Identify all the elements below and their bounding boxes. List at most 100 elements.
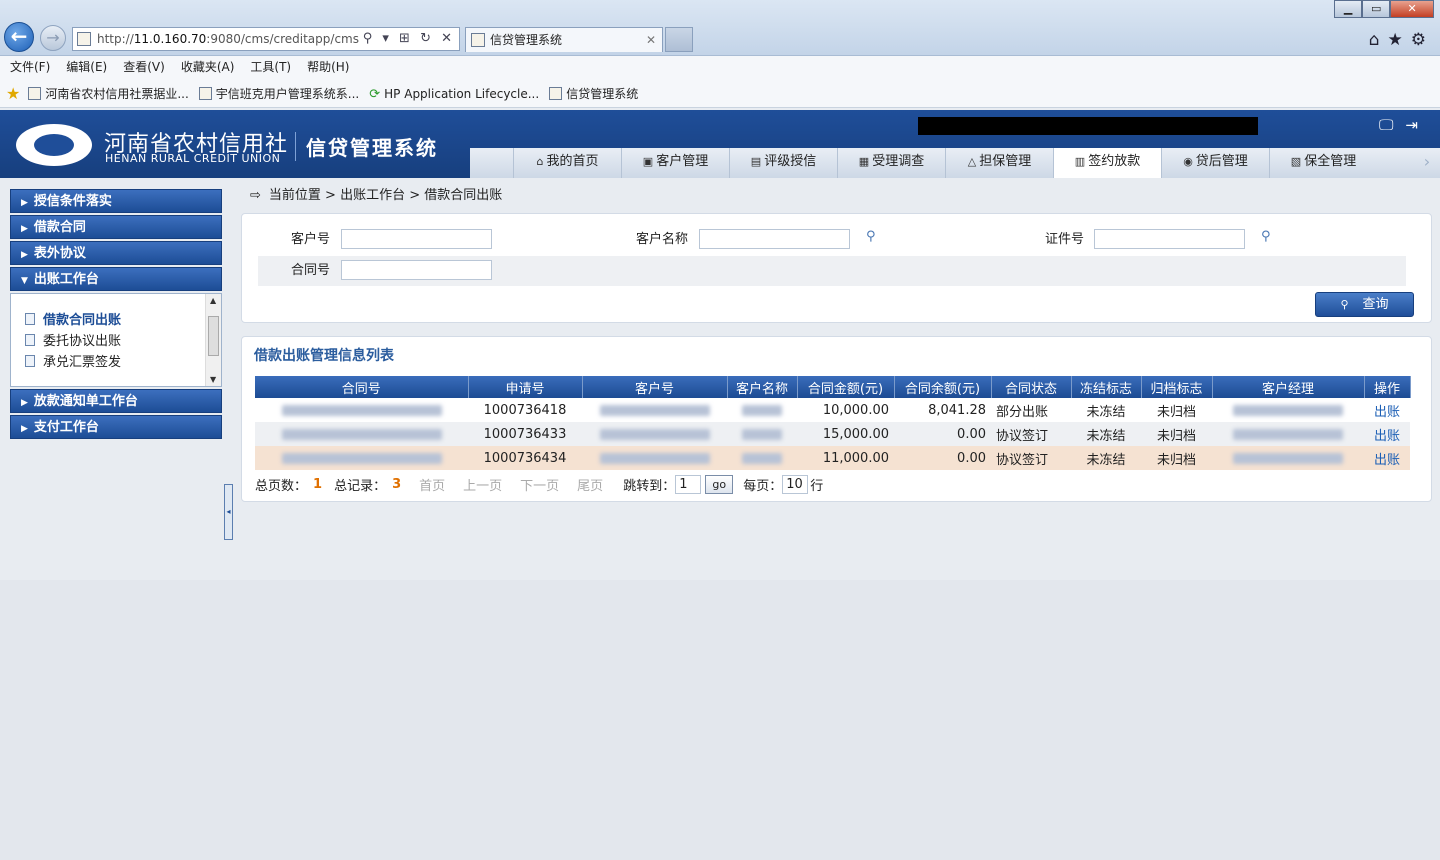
list-title: 借款出账管理信息列表 <box>254 348 394 364</box>
address-tools[interactable]: ⚲ ▾ ⊞ ↻ ✕ <box>358 28 455 50</box>
nav-tab-icon: ▤ <box>750 155 762 168</box>
close-window-button[interactable]: ✕ <box>1390 0 1434 18</box>
home-favorites-tools-icons[interactable]: ⌂★⚙ <box>1369 30 1434 50</box>
sidebar-group-label: 出账工作台 <box>33 272 99 287</box>
manager-cell <box>1212 446 1364 470</box>
nav-tab-icon: △ <box>967 155 977 168</box>
expanded-arrow-icon: ▼ <box>21 276 28 286</box>
table-row[interactable]: 1000736433 15,000.00 0.00 协议签订 未冻结 未归档 出账 <box>255 422 1410 446</box>
sidebar-item-entrust-disbursement[interactable]: 委托协议出账 <box>25 331 221 352</box>
customer-no-label: 客户号 <box>290 232 330 247</box>
go-button[interactable]: go <box>705 475 734 494</box>
contract-no-cell <box>255 398 468 422</box>
sidebar-group-loan-contract[interactable]: ▶ 借款合同 <box>10 215 222 239</box>
header-icons[interactable]: 🖵⇥ <box>1379 116 1430 134</box>
disburse-link[interactable]: 出账 <box>1364 422 1410 446</box>
page-icon <box>549 87 563 100</box>
freeze-cell: 未冻结 <box>1071 398 1141 422</box>
menu-file[interactable]: 文件(F) <box>10 56 50 80</box>
disburse-link[interactable]: 出账 <box>1364 398 1410 422</box>
id-no-lookup-icon[interactable]: ⚲ <box>1261 229 1271 244</box>
column-header: 冻结标志 <box>1071 376 1142 398</box>
favorite-label: HP Application Lifecycle... <box>384 86 540 101</box>
sidebar-scrollbar[interactable]: ▲ ▼ <box>205 294 221 386</box>
manager-cell <box>1212 422 1364 446</box>
favorite-link[interactable]: 河南省农村信用社票据业... <box>28 85 189 102</box>
tab-nav-2[interactable]: ▤ 评级授信 <box>729 148 837 178</box>
document-icon <box>25 334 35 346</box>
tab-nav-5[interactable]: ▥ 签约放款 <box>1053 148 1161 178</box>
redacted-value <box>599 428 710 440</box>
tab-nav-3[interactable]: ▦ 受理调查 <box>837 148 945 178</box>
redacted-value <box>742 452 782 464</box>
redacted-user-info <box>918 117 1258 135</box>
sidebar-collapse-icon[interactable]: ◂ <box>224 484 233 540</box>
sidebar-group-disbursement-desk[interactable]: ▼ 出账工作台 <box>10 267 222 291</box>
sidebar-group-loan-notice[interactable]: ▶ 放款通知单工作台 <box>10 389 222 413</box>
browser-tab[interactable]: 信贷管理系统 ✕ <box>465 27 663 52</box>
contract-no-cell <box>255 446 468 470</box>
sidebar-item-acceptance-bill[interactable]: 承兑汇票签发 <box>25 352 221 373</box>
customer-no-input[interactable] <box>341 229 492 249</box>
customer-name-lookup-icon[interactable]: ⚲ <box>866 229 876 244</box>
menu-edit[interactable]: 编辑(E) <box>66 56 107 80</box>
nav-tab-label: 客户管理 <box>656 154 709 169</box>
sidebar-group-payment[interactable]: ▶ 支付工作台 <box>10 415 222 439</box>
customer-no-cell <box>582 446 727 470</box>
sidebar-group-label: 支付工作台 <box>33 420 99 435</box>
favorites-star-icon[interactable]: ★ <box>6 84 20 103</box>
scroll-down-icon[interactable]: ▼ <box>210 375 216 384</box>
customer-name-cell <box>727 446 797 470</box>
forward-button[interactable]: → <box>40 25 66 51</box>
tab-nav-0[interactable]: ⌂ 我的首页 <box>513 148 621 178</box>
table-row[interactable]: 1000736434 11,000.00 0.00 协议签订 未冻结 未归档 出账 <box>255 446 1410 470</box>
prev-page-link[interactable]: 上一页 <box>463 475 502 494</box>
maximize-button[interactable]: ▭ <box>1362 0 1391 18</box>
new-tab-button[interactable] <box>665 27 693 52</box>
contract-no-input[interactable] <box>341 260 492 280</box>
tab-nav-7[interactable]: ▧ 保全管理 <box>1269 148 1377 178</box>
menu-tools[interactable]: 工具(T) <box>250 56 291 80</box>
query-button[interactable]: ⚲ 查询 <box>1315 292 1414 317</box>
disbursement-table: 合同号 申请号 客户号 客户名称 合同金额(元) 合同余额(元) 合同状态 冻结标志 归档标志客… <box>255 376 1411 470</box>
next-page-link[interactable]: 下一页 <box>520 475 559 494</box>
tab-nav-1[interactable]: ▣ 客户管理 <box>621 148 729 178</box>
total-records: 3 <box>392 477 402 492</box>
menu-favorites[interactable]: 收藏夹(A) <box>181 56 235 80</box>
last-page-link[interactable]: 尾页 <box>577 475 603 494</box>
sidebar-group-label: 表外协议 <box>33 246 86 261</box>
disburse-link[interactable]: 出账 <box>1364 446 1410 470</box>
total-pages-label: 总页数： <box>255 479 308 494</box>
freeze-cell: 未冻结 <box>1071 446 1141 470</box>
sidebar-group-offbalance[interactable]: ▶ 表外协议 <box>10 241 222 265</box>
tab-nav-6[interactable]: ◉ 贷后管理 <box>1161 148 1269 178</box>
sidebar-item-label: 借款合同出账 <box>43 313 122 328</box>
search-panel: 客户号 客户名称 ⚲ 证件号 ⚲ 合同号 ⚲ 查询 <box>241 213 1432 323</box>
id-no-input[interactable] <box>1094 229 1245 249</box>
menu-help[interactable]: 帮助(H) <box>307 56 349 80</box>
back-button[interactable]: ← <box>4 22 34 52</box>
logo-en: HENAN RURAL CREDIT UNION <box>105 152 281 165</box>
jump-page-input[interactable]: 1 <box>675 475 702 494</box>
nav-scroll-right-icon[interactable]: › <box>1414 148 1440 178</box>
sidebar: ▶ 授信条件落实 ▶ 借款合同 ▶ 表外协议 ▼ 出账工作台 借款合同出账 委托协议出账… <box>10 189 222 441</box>
minimize-button[interactable]: ▁ <box>1334 0 1363 18</box>
status-cell: 部分出账 <box>991 398 1071 422</box>
column-header: 归档标志 <box>1141 376 1213 398</box>
menu-view[interactable]: 查看(V) <box>123 56 165 80</box>
per-page-input[interactable]: 10 <box>782 475 809 494</box>
sidebar-group-credit-conditions[interactable]: ▶ 授信条件落实 <box>10 189 222 213</box>
first-page-link[interactable]: 首页 <box>419 475 445 494</box>
favorite-link[interactable]: 宇信班克用户管理系统系... <box>198 85 359 102</box>
customer-name-input[interactable] <box>699 229 850 249</box>
nav-tab-label: 贷后管理 <box>1195 154 1248 169</box>
scroll-thumb[interactable] <box>208 316 219 356</box>
favorite-link[interactable]: ⟳ HP Application Lifecycle... <box>369 86 540 103</box>
address-bar[interactable]: http://11.0.160.70:9080/cms/creditapp/cm… <box>72 27 460 51</box>
tab-nav-4[interactable]: △ 担保管理 <box>945 148 1053 178</box>
table-row[interactable]: 1000736418 10,000.00 8,041.28 部分出账 未冻结 未归档 出账 <box>255 398 1410 422</box>
favorite-link[interactable]: 信贷管理系统 <box>549 85 638 102</box>
scroll-up-icon[interactable]: ▲ <box>210 296 216 305</box>
sidebar-item-loan-contract-disbursement[interactable]: 借款合同出账 <box>25 310 221 331</box>
tab-close-icon[interactable]: ✕ <box>646 28 656 52</box>
